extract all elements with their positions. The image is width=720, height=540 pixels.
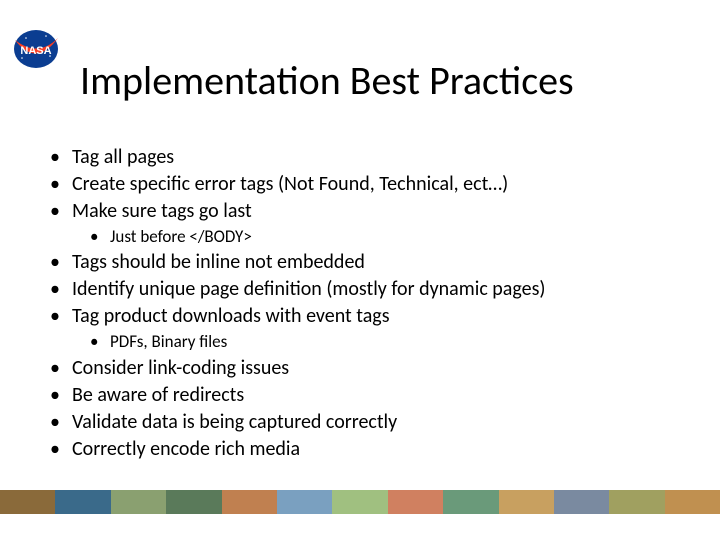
bullet-item: Be aware of redirects bbox=[32, 383, 680, 408]
footer-tile bbox=[166, 490, 221, 514]
bullet-text: Tags should be inline not embedded bbox=[72, 250, 365, 274]
bullet-text: Make sure tags go last bbox=[72, 199, 252, 223]
footer-tile bbox=[609, 490, 664, 514]
footer-image-strip bbox=[0, 490, 720, 514]
footer-tile bbox=[443, 490, 498, 514]
bullet-text: PDFs, Binary files bbox=[110, 331, 227, 352]
footer-tile bbox=[665, 490, 720, 514]
bullet-text: Tag product downloads with event tags bbox=[72, 304, 390, 328]
footer-tile bbox=[111, 490, 166, 514]
slide-content: Tag all pages Create specific error tags… bbox=[32, 145, 680, 464]
bullet-item: Validate data is being captured correctl… bbox=[32, 410, 680, 435]
bullet-item: Tag product downloads with event tags bbox=[32, 304, 680, 329]
bullet-item: Correctly encode rich media bbox=[32, 437, 680, 462]
footer-tile bbox=[554, 490, 609, 514]
slide: NASA Implementation Best Practices Tag a… bbox=[0, 0, 720, 540]
logo-text: NASA bbox=[20, 45, 51, 57]
bullet-item: Tags should be inline not embedded bbox=[32, 250, 680, 275]
bullet-item: Consider link-coding issues bbox=[32, 356, 680, 381]
footer-tile bbox=[332, 490, 387, 514]
footer-tile bbox=[0, 490, 55, 514]
sub-bullet-item: PDFs, Binary files bbox=[32, 331, 680, 352]
footer-tile bbox=[388, 490, 443, 514]
bullet-text: Validate data is being captured correctl… bbox=[72, 410, 397, 434]
bullet-item: Identify unique page definition (mostly … bbox=[32, 277, 680, 302]
bullet-text: Create specific error tags (Not Found, T… bbox=[72, 172, 508, 196]
slide-title: Implementation Best Practices bbox=[80, 60, 680, 102]
bullet-text: Be aware of redirects bbox=[72, 383, 244, 407]
bullet-text: Identify unique page definition (mostly … bbox=[72, 277, 545, 301]
bullet-item: Make sure tags go last bbox=[32, 199, 680, 224]
footer-tile bbox=[277, 490, 332, 514]
sub-bullet-item: Just before </BODY> bbox=[32, 226, 680, 247]
bullet-item: Tag all pages bbox=[32, 145, 680, 170]
nasa-logo-icon: NASA bbox=[12, 28, 60, 70]
footer-tile bbox=[499, 490, 554, 514]
footer-tile bbox=[55, 490, 110, 514]
bullet-item: Create specific error tags (Not Found, T… bbox=[32, 172, 680, 197]
bullet-text: Correctly encode rich media bbox=[72, 437, 300, 461]
bullet-text: Tag all pages bbox=[72, 145, 174, 169]
bullet-text: Just before </BODY> bbox=[110, 226, 252, 247]
bullet-text: Consider link-coding issues bbox=[72, 356, 289, 380]
footer-tile bbox=[222, 490, 277, 514]
